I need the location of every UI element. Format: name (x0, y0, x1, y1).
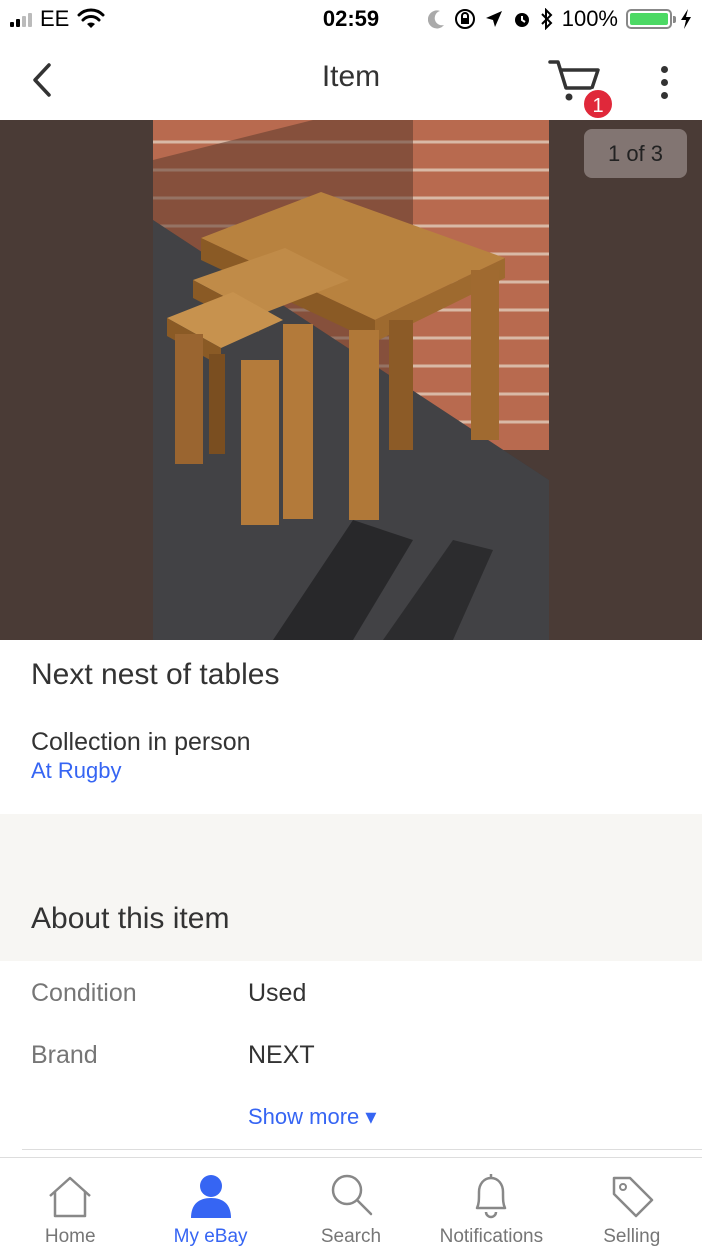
tab-label: My eBay (173, 1226, 248, 1247)
more-vertical-icon (660, 65, 668, 73)
spec-value: Used (248, 979, 307, 1007)
battery-icon (626, 9, 676, 29)
more-options-button[interactable] (648, 60, 680, 104)
person-icon (190, 1175, 231, 1218)
divider (22, 1149, 702, 1150)
spec-row-condition: Condition Used (31, 979, 671, 1019)
rotation-lock-icon (454, 9, 475, 29)
back-button[interactable] (22, 60, 62, 100)
wifi-icon (77, 8, 105, 28)
cart-count-badge: 1 (582, 88, 614, 120)
image-gallery[interactable]: 1 of 3 (0, 120, 702, 640)
tab-search[interactable]: Search (281, 1158, 421, 1250)
charging-bolt-icon (681, 9, 691, 29)
back-chevron-icon (33, 63, 51, 97)
moon-icon (427, 10, 444, 29)
nav-bar: Item 1 (0, 40, 702, 120)
tab-my-ebay[interactable]: My eBay (140, 1158, 280, 1250)
tab-selling[interactable]: Selling (562, 1158, 702, 1250)
tab-label: Search (320, 1226, 382, 1247)
tab-notifications[interactable]: Notifications (421, 1158, 561, 1250)
bell-icon (476, 1174, 507, 1219)
tab-label: Home (44, 1226, 96, 1247)
location-link[interactable]: At Rugby (31, 758, 122, 784)
alarm-icon (514, 13, 529, 27)
carrier-label: EE (40, 6, 70, 31)
home-icon (49, 1176, 92, 1218)
delivery-method: Collection in person (31, 728, 251, 756)
spec-label: Brand (31, 1041, 98, 1069)
item-summary: Next nest of tables Collection in person… (0, 640, 702, 814)
item-specifics: Condition Used Brand NEXT Show more ▾ (0, 961, 702, 1151)
signal-icon (10, 11, 32, 27)
spec-label: Condition (31, 979, 137, 1007)
tab-label: Notifications (439, 1226, 544, 1247)
location-arrow-icon (485, 11, 502, 27)
spec-value: NEXT (248, 1041, 315, 1069)
status-right: 100% (427, 6, 692, 32)
status-bar: EE 02:59 100% (0, 0, 702, 40)
image-counter: 1 of 3 (584, 129, 687, 178)
tab-home[interactable]: Home (0, 1158, 140, 1250)
show-more-link[interactable]: Show more ▾ (248, 1104, 376, 1130)
status-left: EE (10, 6, 105, 32)
tag-icon (612, 1176, 653, 1218)
item-title: Next nest of tables (31, 658, 280, 691)
spec-row-brand: Brand NEXT (31, 1041, 671, 1081)
tab-label: Selling (603, 1226, 661, 1247)
bluetooth-icon (541, 8, 553, 30)
about-section-header: About this item (0, 814, 702, 961)
about-heading: About this item (31, 902, 230, 935)
search-icon (331, 1174, 373, 1216)
item-photo[interactable] (153, 120, 549, 640)
bottom-tab-bar: Home My eBay Search Notifications Sellin… (0, 1157, 702, 1250)
battery-percent: 100% (561, 6, 618, 31)
